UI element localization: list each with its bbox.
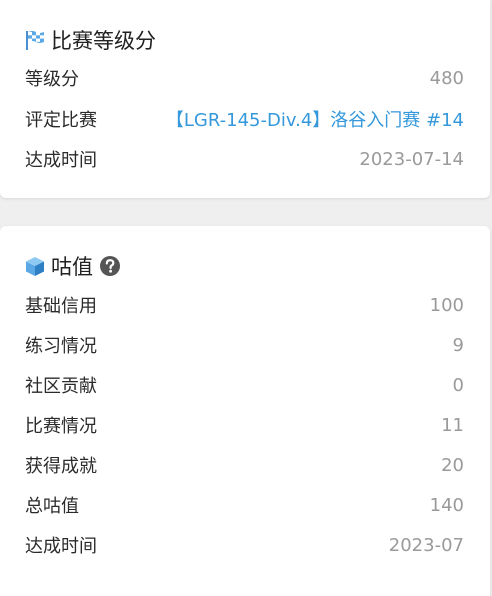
question-circle-icon[interactable] (99, 255, 121, 277)
gu-total-value: 140 (429, 494, 464, 516)
gu-title-text: 咕值 (51, 255, 93, 279)
achieved-time-label: 达成时间 (25, 150, 97, 171)
rating-title-text: 比赛等级分 (51, 29, 156, 53)
gu-achieved-time-row: 达成时间 2023-07 (25, 532, 464, 558)
rated-contest-link[interactable]: 【LGR-145-Div.4】洛谷入门赛 #14 (166, 106, 464, 132)
gu-row-label: 社区贡献 (25, 376, 97, 397)
gu-row: 基础信用 100 (25, 292, 464, 318)
gu-achieved-time-label: 达成时间 (25, 536, 97, 557)
cube-icon (24, 255, 46, 277)
gu-row-value: 20 (441, 454, 464, 476)
rated-contest-label: 评定比赛 (25, 110, 97, 131)
gu-row-value: 9 (452, 334, 464, 356)
gu-row: 比赛情况 11 (25, 412, 464, 438)
gu-row-label: 练习情况 (25, 336, 97, 357)
achieved-time-value: 2023-07-14 (359, 148, 464, 170)
gu-total-row: 总咕值 140 (25, 492, 464, 518)
checkered-flag-icon (24, 29, 46, 51)
gu-row: 获得成就 20 (25, 452, 464, 478)
rating-card-title: 比赛等级分 (24, 25, 156, 55)
gu-row-value: 100 (429, 294, 464, 316)
rating-row: 等级分 480 (25, 65, 464, 91)
gu-row-value: 11 (441, 414, 464, 436)
gu-row-label: 比赛情况 (25, 416, 97, 437)
rating-label: 等级分 (25, 69, 79, 90)
gu-card-title: 咕值 (24, 251, 121, 281)
gu-row-label: 基础信用 (25, 296, 97, 317)
rating-card: 比赛等级分 等级分 480 评定比赛 【LGR-145-Div.4】洛谷入门赛 … (0, 0, 490, 198)
gu-row: 社区贡献 0 (25, 372, 464, 398)
gu-row-value: 0 (452, 374, 464, 396)
gu-achieved-time-value: 2023-07 (388, 534, 464, 556)
gu-value-card: 咕值 基础信用 100 练习情况 9 社区贡献 0 比赛情况 11 获得成就 2… (0, 226, 490, 596)
rated-contest-row: 评定比赛 【LGR-145-Div.4】洛谷入门赛 #14 (25, 106, 464, 132)
achieved-time-row: 达成时间 2023-07-14 (25, 146, 464, 172)
rating-value: 480 (429, 67, 464, 89)
gu-total-label: 总咕值 (25, 496, 79, 517)
gu-row: 练习情况 9 (25, 332, 464, 358)
gu-row-label: 获得成就 (25, 456, 97, 477)
